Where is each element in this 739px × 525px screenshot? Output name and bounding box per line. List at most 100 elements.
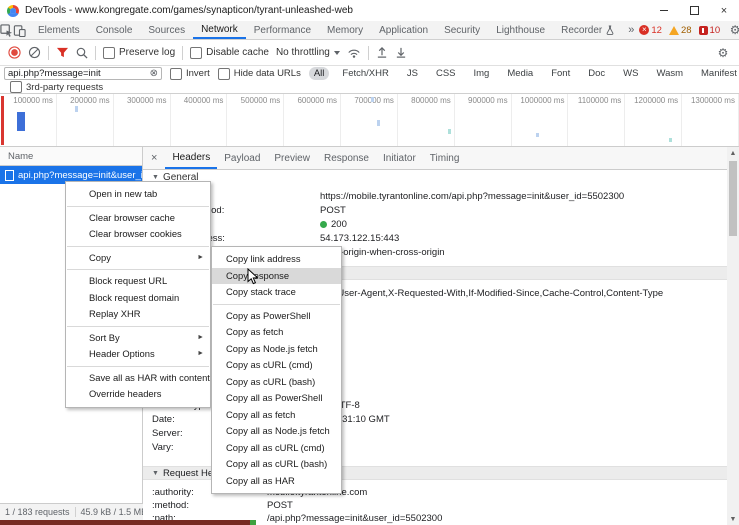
menu-item-save-all-as-har[interactable]: Save all as HAR with content bbox=[66, 370, 210, 387]
third-party-requests-checkbox[interactable]: 3rd-party requests bbox=[10, 81, 103, 93]
timeline-tick bbox=[536, 133, 539, 137]
preserve-log-checkbox[interactable]: Preserve log bbox=[103, 47, 175, 59]
disable-cache-checkbox[interactable]: Disable cache bbox=[190, 47, 269, 59]
filter-input[interactable] bbox=[8, 68, 150, 79]
tab-lighthouse[interactable]: Lighthouse bbox=[488, 21, 553, 39]
throttling-value: No throttling bbox=[276, 47, 330, 58]
menu-item-header-options[interactable]: Header Options► bbox=[66, 346, 210, 363]
name-column-header[interactable]: Name bbox=[0, 147, 142, 166]
network-settings-gear-icon[interactable]: ⚙ bbox=[715, 46, 731, 60]
minimize-button[interactable] bbox=[649, 0, 679, 21]
network-conditions-icon[interactable] bbox=[347, 47, 361, 59]
filter-pill-all[interactable]: All bbox=[309, 67, 330, 80]
menu-item-copy-as-fetch[interactable]: Copy as fetch bbox=[212, 324, 341, 341]
menu-item-block-request-domain[interactable]: Block request domain bbox=[66, 290, 210, 307]
filter-pill-css[interactable]: CSS bbox=[431, 67, 461, 80]
menu-item-copy-as-curl-cmd[interactable]: Copy as cURL (cmd) bbox=[212, 357, 341, 374]
scrollbar-thumb[interactable] bbox=[729, 161, 737, 236]
tab-sources[interactable]: Sources bbox=[140, 21, 193, 39]
requests-count: 1 / 183 requests bbox=[0, 507, 76, 517]
menu-item-copy-as-curl-bash[interactable]: Copy as cURL (bash) bbox=[212, 374, 341, 391]
export-har-icon[interactable] bbox=[395, 46, 407, 59]
scroll-down-icon[interactable]: ▼ bbox=[727, 513, 739, 525]
throttling-select[interactable]: No throttling bbox=[276, 47, 340, 58]
invert-checkbox[interactable]: Invert bbox=[170, 68, 210, 80]
timeline-label: 1200000 ms bbox=[625, 94, 682, 146]
menu-item-copy-link-address[interactable]: Copy link address bbox=[212, 251, 341, 268]
menu-item-copy[interactable]: Copy► bbox=[66, 250, 210, 267]
filter-pill-doc[interactable]: Doc bbox=[583, 67, 610, 80]
scroll-up-icon[interactable]: ▲ bbox=[727, 147, 739, 159]
clear-network-log-icon[interactable] bbox=[28, 46, 41, 59]
tab-timing[interactable]: Timing bbox=[423, 147, 467, 169]
detail-scrollbar[interactable]: ▲ ▼ bbox=[727, 147, 739, 525]
close-detail-icon[interactable]: × bbox=[143, 147, 165, 169]
tab-response[interactable]: Response bbox=[317, 147, 376, 169]
import-har-icon[interactable] bbox=[376, 46, 388, 59]
record-button[interactable] bbox=[8, 46, 21, 59]
close-button[interactable]: × bbox=[709, 0, 739, 21]
network-overview-timeline[interactable]: 100000 ms 200000 ms 300000 ms 400000 ms … bbox=[0, 94, 739, 147]
tab-preview[interactable]: Preview bbox=[267, 147, 317, 169]
hide-data-urls-checkbox[interactable]: Hide data URLs bbox=[218, 68, 301, 80]
filter-pill-js[interactable]: JS bbox=[402, 67, 423, 80]
tab-elements[interactable]: Elements bbox=[30, 21, 88, 39]
warning-badge[interactable]: 28 bbox=[669, 25, 692, 36]
filter-funnel-icon[interactable] bbox=[56, 47, 69, 59]
device-toolbar-icon[interactable] bbox=[13, 21, 26, 39]
tab-headers[interactable]: Headers bbox=[165, 147, 217, 169]
tab-payload[interactable]: Payload bbox=[217, 147, 267, 169]
tab-console[interactable]: Console bbox=[88, 21, 141, 39]
filter-pill-manifest[interactable]: Manifest bbox=[696, 67, 739, 80]
header-value: POST bbox=[267, 500, 293, 511]
bottom-edge-strip bbox=[0, 520, 250, 525]
divider bbox=[182, 46, 183, 60]
filter-pill-ws[interactable]: WS bbox=[618, 67, 643, 80]
menu-item-copy-all-as-curl-cmd[interactable]: Copy all as cURL (cmd) bbox=[212, 440, 341, 457]
maximize-button[interactable] bbox=[679, 0, 709, 21]
menu-item-replay-xhr[interactable]: Replay XHR bbox=[66, 306, 210, 323]
tab-network[interactable]: Network bbox=[193, 21, 246, 39]
menu-item-copy-as-nodejs-fetch[interactable]: Copy as Node.js fetch bbox=[212, 341, 341, 358]
menu-item-block-request-url[interactable]: Block request URL bbox=[66, 273, 210, 290]
tab-recorder[interactable]: Recorder bbox=[553, 21, 623, 39]
search-icon[interactable] bbox=[76, 47, 88, 59]
header-value: https://mobile.tyrantonline.com/api.php?… bbox=[320, 191, 624, 202]
submenu-arrow-icon: ► bbox=[197, 250, 204, 267]
bottom-edge-green bbox=[250, 520, 256, 525]
maximize-icon bbox=[690, 6, 699, 15]
menu-separator bbox=[213, 304, 340, 305]
clear-filter-icon[interactable]: ⊗ bbox=[150, 69, 158, 79]
tab-security[interactable]: Security bbox=[436, 21, 488, 39]
more-tabs-button[interactable]: » bbox=[623, 21, 639, 39]
issues-badge[interactable]: 10 bbox=[699, 25, 721, 36]
tab-initiator[interactable]: Initiator bbox=[376, 147, 423, 169]
menu-item-sort-by[interactable]: Sort By► bbox=[66, 330, 210, 347]
menu-item-clear-browser-cookies[interactable]: Clear browser cookies bbox=[66, 226, 210, 243]
filter-pill-fetch-xhr[interactable]: Fetch/XHR bbox=[337, 67, 393, 80]
timeline-label: 300000 ms bbox=[114, 94, 171, 146]
menu-item-copy-all-as-nodejs-fetch[interactable]: Copy all as Node.js fetch bbox=[212, 423, 341, 440]
submenu-arrow-icon: ► bbox=[197, 330, 204, 347]
menu-item-copy-all-as-powershell[interactable]: Copy all as PowerShell bbox=[212, 390, 341, 407]
menu-item-clear-browser-cache[interactable]: Clear browser cache bbox=[66, 210, 210, 227]
menu-item-open-in-new-tab[interactable]: Open in new tab bbox=[66, 186, 210, 203]
settings-gear-icon[interactable]: ⚙ bbox=[727, 23, 739, 37]
menu-item-copy-all-as-curl-bash[interactable]: Copy all as cURL (bash) bbox=[212, 456, 341, 473]
filter-pill-wasm[interactable]: Wasm bbox=[651, 67, 688, 80]
filter-pill-img[interactable]: Img bbox=[469, 67, 495, 80]
menu-item-override-headers[interactable]: Override headers bbox=[66, 386, 210, 403]
tab-memory[interactable]: Memory bbox=[319, 21, 371, 39]
tab-performance[interactable]: Performance bbox=[246, 21, 319, 39]
inspect-element-icon[interactable] bbox=[0, 21, 13, 39]
menu-item-copy-as-powershell[interactable]: Copy as PowerShell bbox=[212, 308, 341, 325]
menu-item-copy-response[interactable]: Copy response bbox=[212, 268, 341, 285]
tab-application[interactable]: Application bbox=[371, 21, 436, 39]
menu-item-copy-stack-trace[interactable]: Copy stack trace bbox=[212, 284, 341, 301]
error-badge[interactable]: × 12 bbox=[639, 25, 662, 36]
network-filter-bar: ⊗ Invert Hide data URLs All Fetch/XHR JS… bbox=[0, 66, 739, 81]
menu-item-copy-all-as-har[interactable]: Copy all as HAR bbox=[212, 473, 341, 490]
filter-pill-font[interactable]: Font bbox=[546, 67, 575, 80]
filter-pill-media[interactable]: Media bbox=[502, 67, 538, 80]
menu-item-copy-all-as-fetch[interactable]: Copy all as fetch bbox=[212, 407, 341, 424]
